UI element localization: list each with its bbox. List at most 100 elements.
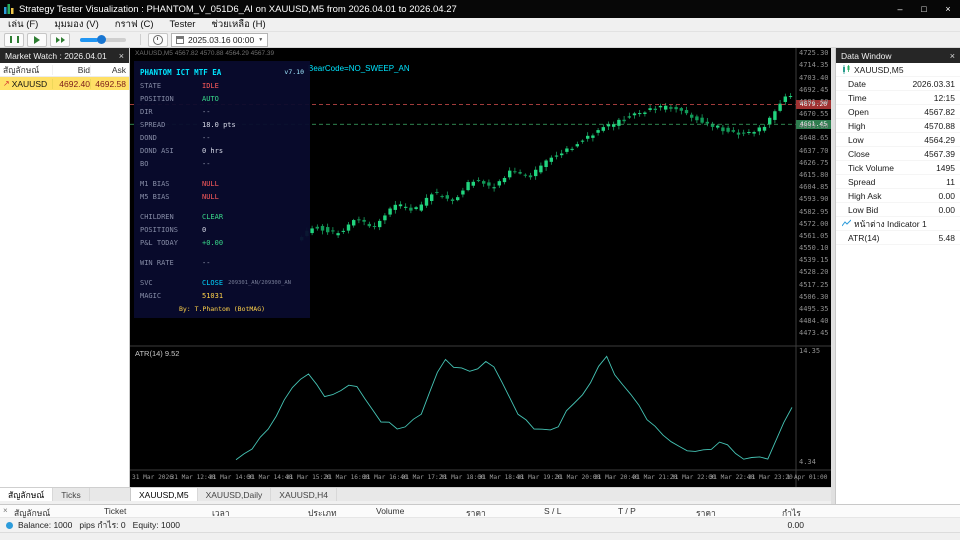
toolbar: 2025.03.16 00:00 ▼ [0, 32, 960, 48]
symbol-cell: ↗XAUUSD [0, 79, 52, 89]
chart-tab-2[interactable]: XAUUSD,Daily [198, 488, 272, 501]
price-scale-label: 4550.10 [799, 244, 829, 252]
market-watch-column-headers: สัญลักษณ์BidAsk [0, 63, 129, 77]
chart-tabs: XAUUSD,M5XAUUSD,DailyXAUUSD,H4 [131, 488, 337, 501]
chart-tab-3[interactable]: XAUUSD,H4 [271, 488, 337, 501]
menu-item-4[interactable]: Tester [162, 19, 204, 30]
ea-panel-row: POSITIONAUTO [140, 92, 304, 105]
data-window-row: High4570.88 [836, 119, 960, 133]
ea-panel-row: CHILDRENCLEAR [140, 210, 304, 223]
minimize-button[interactable]: – [888, 0, 912, 18]
skip-button[interactable] [50, 33, 70, 47]
data-window-row: Time12:15 [836, 91, 960, 105]
data-window-row: Close4567.39 [836, 147, 960, 161]
menu-item-1[interactable]: เล่น (F) [0, 17, 46, 32]
trade-panel-close-icon[interactable]: × [3, 506, 8, 515]
ea-panel-row: DIR-- [140, 105, 304, 118]
play-icon [34, 36, 40, 44]
ea-panel-row: SVCCLOSE209301_AN/209300_AN [140, 276, 304, 289]
ea-panel-rows: STATEIDLEPOSITIONAUTODIR--SPREAD18.0 pts… [140, 79, 304, 302]
ea-panel-row: BO-- [140, 157, 304, 170]
data-window-indicator-row[interactable]: หน้าต่าง Indicator 1 [836, 217, 960, 231]
menu-item-2[interactable]: มุมมอง (V) [46, 17, 106, 32]
data-window-row: High Ask0.00 [836, 189, 960, 203]
trade-column-header-2[interactable]: Ticket [104, 506, 126, 516]
data-window-header: Data Window × [836, 48, 960, 63]
bottom-tab-strip: สัญลักษณ์Ticks XAUUSD,M5XAUUSD,DailyXAUU… [0, 487, 831, 501]
price-scale-label: 4473.45 [799, 329, 829, 337]
ea-panel-row: MAGIC51031 [140, 289, 304, 302]
price-scale-label: 4495.35 [799, 305, 829, 313]
ea-panel-row: STATEIDLE [140, 79, 304, 92]
ea-panel-spacer [140, 203, 304, 210]
slider-handle[interactable] [97, 35, 106, 44]
ea-panel-row: M1 BIASNULL [140, 177, 304, 190]
market-watch-panel: Market Watch : 2026.04.01 × สัญลักษณ์Bid… [0, 48, 130, 487]
time-jump-button[interactable] [148, 33, 168, 47]
status-bar: Balance: 1000 pips กำไร: 0 Equity: 1000 … [0, 518, 960, 532]
ea-panel-footer: By: T.Phantom (BotMAG) [140, 305, 304, 313]
trade-column-header-5[interactable]: Volume [376, 506, 404, 516]
maximize-button[interactable]: □ [912, 0, 936, 18]
ea-panel-row: DOND ASI0 hrs [140, 144, 304, 157]
clock-icon [153, 35, 163, 45]
ea-panel-spacer [140, 269, 304, 276]
market-watch-close-icon[interactable]: × [119, 51, 124, 61]
chart-ohlc-line: XAUUSD,M5 4567.82 4570.88 4564.29 4567.3… [135, 50, 274, 57]
play-button[interactable] [27, 33, 47, 47]
trade-column-header-8[interactable]: T / P [618, 506, 636, 516]
trade-column-header-7[interactable]: S / L [544, 506, 561, 516]
chevron-down-icon: ▼ [258, 37, 263, 43]
price-scale-label: 4681.50 [799, 98, 829, 106]
mw-column-header[interactable]: สัญลักษณ์ [0, 63, 52, 77]
data-window-row: Low4564.29 [836, 133, 960, 147]
ask-cell: 4692.58 [90, 79, 129, 89]
ea-panel-row: M5 BIASNULL [140, 190, 304, 203]
ea-panel-row: POSITIONS0 [140, 223, 304, 236]
pause-icon [10, 36, 19, 43]
ea-panel-row: SPREAD18.0 pts [140, 118, 304, 131]
mw-tab-2[interactable]: Ticks [53, 488, 90, 501]
mw-column-header[interactable]: Ask [90, 65, 129, 75]
price-scale-label: 4692.45 [799, 86, 829, 94]
data-window-row: Low Bid0.00 [836, 203, 960, 217]
bid-cell: 4692.40 [52, 79, 90, 89]
pause-button[interactable] [4, 33, 24, 47]
market-watch-row[interactable]: ↗XAUUSD4692.404692.58 [0, 77, 129, 90]
chart-area[interactable]: XAUUSD,M5 4567.82 4570.88 4564.29 4567.3… [130, 48, 831, 487]
price-scale-label: 4626.75 [799, 159, 829, 167]
atr-indicator-label: ATR(14) 9.52 [135, 349, 179, 358]
data-window-symbol-row[interactable]: XAUUSD,M5 [836, 63, 960, 77]
toolbar-separator [140, 34, 141, 45]
mw-tab-1[interactable]: สัญลักษณ์ [0, 488, 53, 501]
price-scale-label: 4582.95 [799, 208, 829, 216]
data-window-title: Data Window [841, 51, 892, 61]
status-dot-icon [6, 522, 13, 529]
close-button[interactable]: × [936, 0, 960, 18]
atr-scale-min: 4.34 [799, 458, 816, 466]
bottom-strip [0, 532, 960, 540]
price-scale-label: 4506.30 [799, 293, 829, 301]
title-bar: Strategy Tester Visualization : PHANTOM_… [0, 0, 960, 18]
market-watch-tabs: สัญลักษณ์Ticks [0, 488, 131, 501]
speed-slider[interactable] [80, 38, 126, 42]
menu-bar: เล่น (F)มุมมอง (V)กราฟ (C)Testerช่วยเหลื… [0, 18, 960, 32]
balance-status-text: Balance: 1000 pips กำไร: 0 Equity: 1000 [18, 518, 180, 532]
mw-column-header[interactable]: Bid [52, 65, 90, 75]
menu-item-5[interactable]: ช่วยเหลือ (H) [203, 17, 273, 32]
price-scale-label: 4528.20 [799, 268, 829, 276]
fast-forward-icon [56, 37, 60, 43]
market-watch-header: Market Watch : 2026.04.01 × [0, 48, 129, 63]
date-value: 2025.03.16 00:00 [188, 35, 254, 45]
menu-item-3[interactable]: กราฟ (C) [107, 17, 162, 32]
price-scale-label: 4561.05 [799, 232, 829, 240]
data-window-close-icon[interactable]: × [950, 51, 955, 61]
data-window-rows: Date2026.03.31Time12:15Open4567.82High45… [836, 77, 960, 217]
price-scale-label: 4670.55 [799, 110, 829, 118]
data-window-row: Open4567.82 [836, 105, 960, 119]
ea-info-panel: PHANTOM ICT MTF EA v7.10 STATEIDLEPOSITI… [134, 61, 310, 318]
date-select[interactable]: 2025.03.16 00:00 ▼ [171, 33, 268, 47]
candlestick-icon [842, 65, 851, 74]
chart-tab-1[interactable]: XAUUSD,M5 [131, 488, 198, 501]
window-title: Strategy Tester Visualization : PHANTOM_… [19, 4, 457, 15]
